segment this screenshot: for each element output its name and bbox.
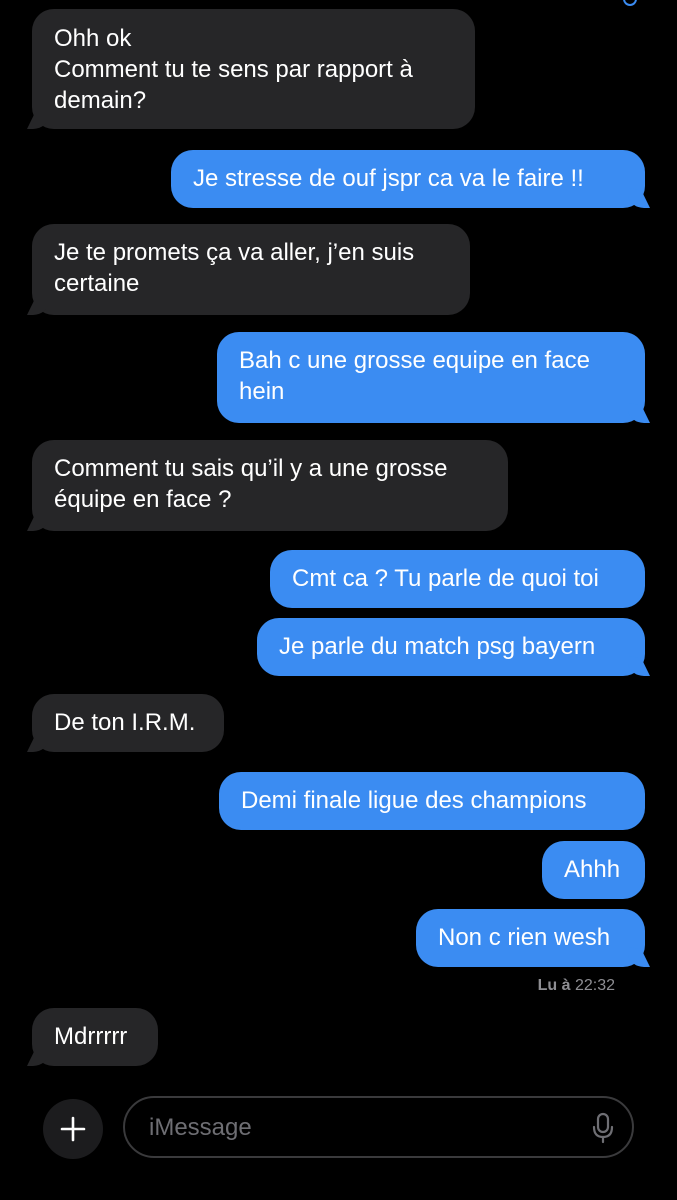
message-bubble-sent[interactable]: Ahhh [542, 841, 645, 899]
read-receipt-label: Lu à [537, 977, 571, 994]
read-receipt: Lu à 22:32 [538, 977, 615, 995]
message-input-placeholder: iMessage [149, 1114, 252, 1141]
message-line: De ton I.R.M. [54, 709, 196, 736]
message-line: Bah c une grosse equipe en face [239, 347, 590, 374]
message-line: demain? [54, 87, 147, 114]
message-line: Non c rien wesh [438, 924, 611, 951]
message-line: Comment tu sais qu’il y a une grosse [54, 455, 448, 482]
scroll-indicator [623, 0, 637, 6]
message-line: équipe en face ? [54, 486, 232, 513]
plus-icon [60, 1116, 86, 1142]
message-input[interactable]: iMessage [123, 1096, 634, 1158]
message-bubble-sent[interactable]: Bah c une grosse equipe en face hein [217, 332, 645, 423]
message-line: Ohh ok [54, 25, 132, 52]
message-line: Je stresse de ouf jspr ca va le faire !! [193, 165, 584, 192]
microphone-icon[interactable] [592, 1112, 614, 1144]
message-line: Ahhh [564, 856, 621, 883]
message-line: Mdrrrrr [54, 1023, 128, 1050]
message-bubble-received[interactable]: Ohh ok Comment tu te sens par rapport à … [32, 9, 475, 129]
read-receipt-time: 22:32 [574, 977, 615, 994]
message-bubble-received[interactable]: Mdrrrrr [32, 1008, 158, 1066]
message-bubble-received[interactable]: Comment tu sais qu’il y a une grosse équ… [32, 440, 508, 531]
apps-plus-button[interactable] [43, 1099, 103, 1159]
message-line: Comment tu te sens par rapport à [54, 56, 413, 83]
message-bubble-sent[interactable]: Je parle du match psg bayern [257, 618, 645, 676]
message-line: Je te promets ça va aller, j’en suis [54, 239, 415, 266]
message-line: Demi finale ligue des champions [241, 787, 587, 814]
message-line: certaine [54, 270, 140, 297]
message-bubble-sent[interactable]: Non c rien wesh [416, 909, 645, 967]
message-bubble-received[interactable]: De ton I.R.M. [32, 694, 224, 752]
message-bubble-sent[interactable]: Demi finale ligue des champions [219, 772, 645, 830]
message-bubble-sent[interactable]: Je stresse de ouf jspr ca va le faire !! [171, 150, 645, 208]
message-bubble-received[interactable]: Je te promets ça va aller, j’en suis cer… [32, 224, 470, 315]
message-line: Cmt ca ? Tu parle de quoi toi [292, 565, 599, 592]
message-line: Je parle du match psg bayern [279, 633, 596, 660]
message-bubble-sent[interactable]: Cmt ca ? Tu parle de quoi toi [270, 550, 645, 608]
message-line: hein [239, 378, 285, 405]
